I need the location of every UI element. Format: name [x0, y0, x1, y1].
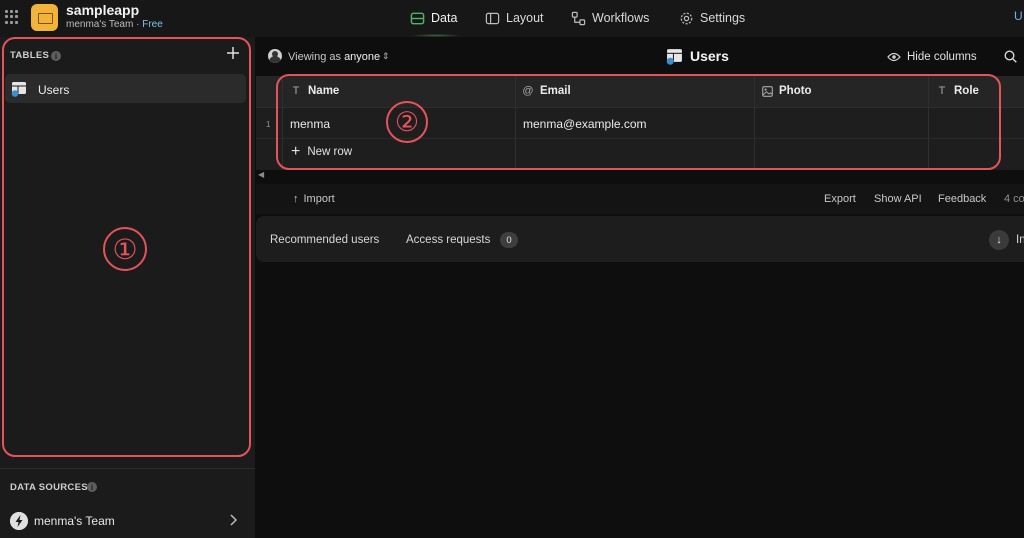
download-icon[interactable]: ↓: [989, 230, 1009, 250]
workflows-icon: [571, 11, 586, 25]
plan-badge[interactable]: Free: [142, 19, 163, 30]
separator: ·: [136, 19, 140, 30]
info-icon[interactable]: i: [87, 482, 97, 492]
page-title: Users: [690, 48, 729, 64]
hide-columns-button[interactable]: Hide columns: [907, 51, 977, 63]
table-users-icon: [666, 49, 682, 65]
nav-workflows-label: Workflows: [592, 11, 650, 25]
chevron-right-icon[interactable]: [229, 514, 237, 526]
sidebar-divider: [0, 468, 255, 469]
export-button[interactable]: Export: [824, 193, 856, 205]
search-icon[interactable]: [1004, 50, 1017, 63]
panel-action-cut[interactable]: In: [1016, 234, 1024, 246]
import-button[interactable]: ↑ Import: [293, 193, 335, 205]
annotation-number-2: ②: [386, 101, 428, 143]
chevron-updown-icon[interactable]: ⇕: [382, 51, 390, 62]
data-sources-heading: DATA SOURCES: [10, 482, 88, 493]
viewing-value: anyone: [344, 51, 381, 63]
bolt-icon: [10, 512, 28, 530]
arrow-up-icon: ↑: [293, 193, 299, 205]
column-count: 4 co: [1004, 193, 1024, 205]
team-plan-line: menma's Team · Free: [66, 19, 163, 30]
viewing-prefix: Viewing as: [288, 51, 341, 63]
feedback-button[interactable]: Feedback: [938, 193, 986, 205]
nav-workflows[interactable]: Workflows: [571, 8, 649, 28]
scroll-left-icon[interactable]: ◀: [258, 170, 264, 179]
viewing-as-selector[interactable]: Viewing as anyone: [288, 51, 380, 63]
app-logo[interactable]: [31, 4, 58, 31]
row-number: 1: [266, 120, 271, 129]
database-icon: [410, 12, 425, 24]
nav-data[interactable]: Data: [410, 8, 457, 28]
app-name: sampleapp: [66, 2, 140, 18]
app-grid-icon[interactable]: [5, 10, 19, 24]
nav-active-indicator: [410, 34, 462, 37]
data-source-item[interactable]: menma's Team: [34, 514, 115, 528]
import-label: Import: [303, 193, 335, 205]
annotation-box-2: [276, 74, 1001, 170]
avatar[interactable]: [268, 49, 282, 63]
eye-icon: [887, 52, 901, 62]
nav-layout-label: Layout: [506, 11, 544, 25]
tab-access-requests[interactable]: Access requests: [406, 234, 490, 246]
team-name: menma's Team: [66, 19, 134, 30]
nav-data-label: Data: [431, 11, 458, 25]
count-badge: 0: [500, 232, 518, 248]
nav-layout[interactable]: Layout: [485, 8, 544, 28]
layout-icon: [485, 12, 500, 24]
user-menu-cut[interactable]: U: [1014, 9, 1023, 23]
nav-settings[interactable]: Settings: [679, 8, 745, 28]
nav-settings-label: Settings: [700, 11, 746, 25]
gear-icon: [680, 12, 693, 24]
tab-recommended-users[interactable]: Recommended users: [270, 234, 379, 246]
annotation-number-1: ①: [103, 227, 147, 271]
show-api-button[interactable]: Show API: [874, 193, 922, 205]
